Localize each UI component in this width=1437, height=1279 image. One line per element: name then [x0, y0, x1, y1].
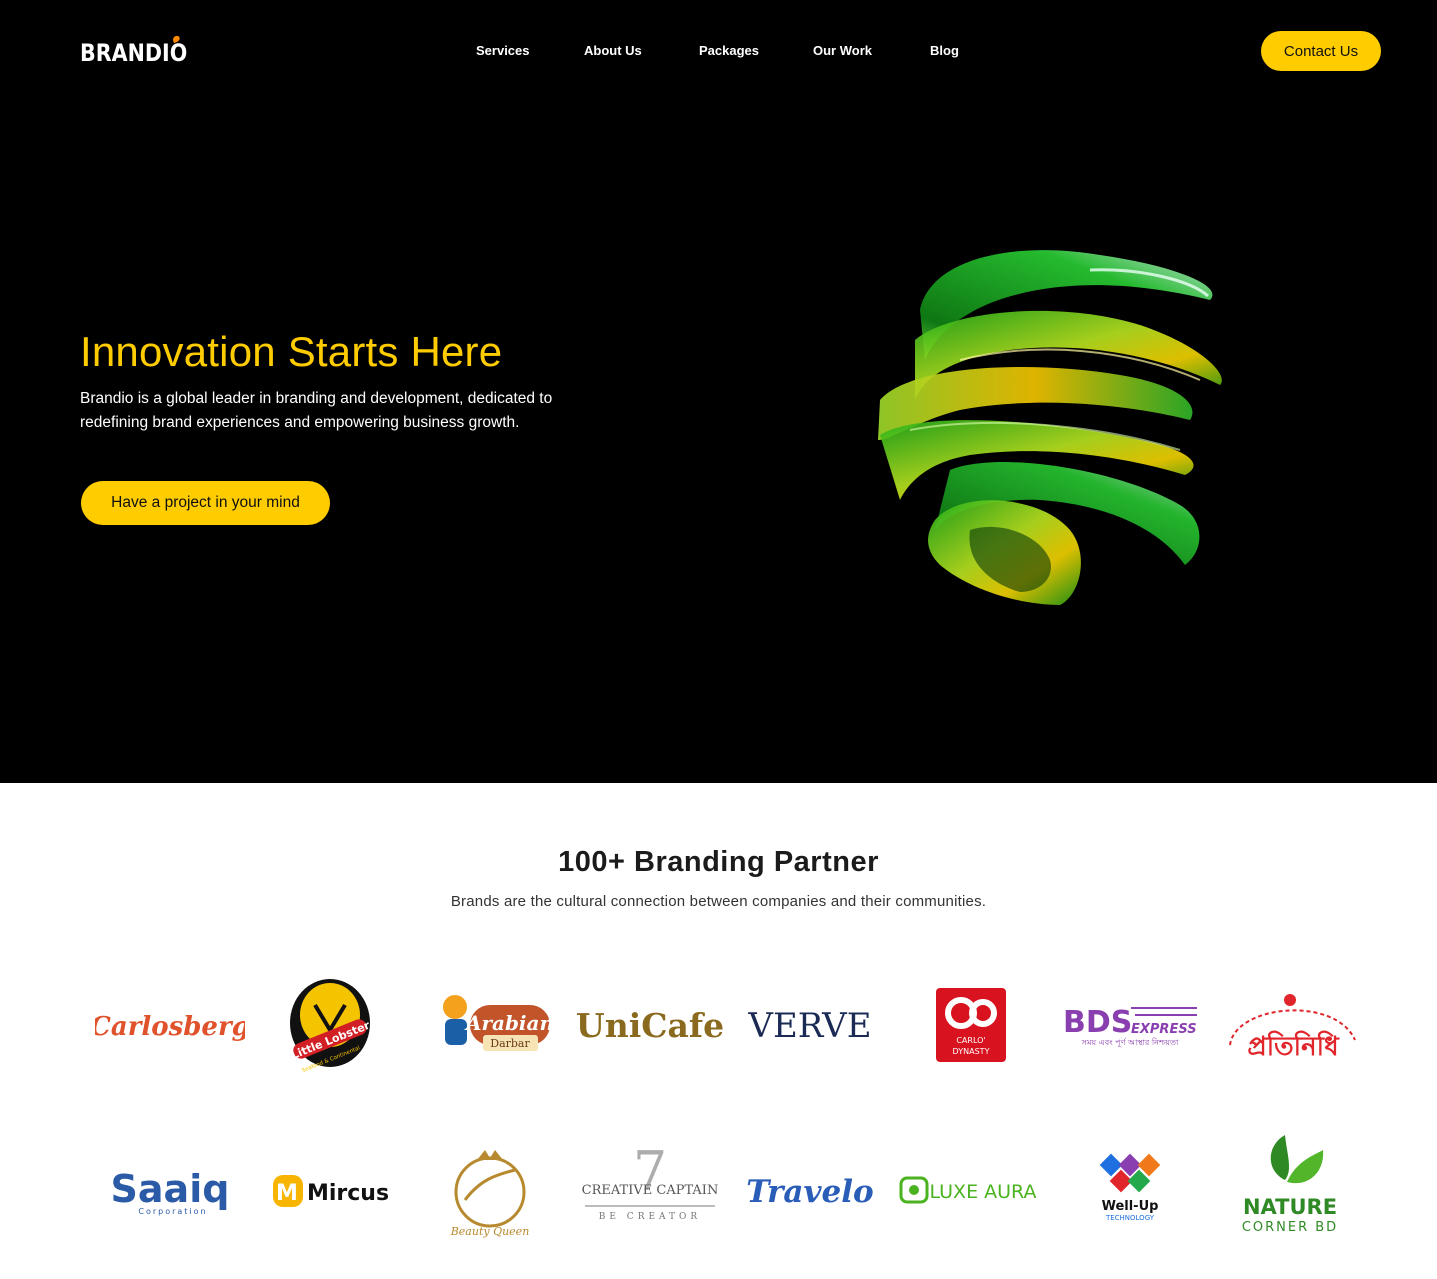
partner-logo-well-up: Well-Up TECHNOLOGY — [1055, 1140, 1205, 1240]
partner-logo-travelo: Travelo — [735, 1140, 885, 1240]
partner-logo-subtext: Darbar — [490, 1037, 530, 1050]
partner-logo-protinidhi: প্রতিনিধি — [1215, 975, 1365, 1075]
partner-logo-text: CREATIVE CAPTAIN — [582, 1183, 719, 1198]
nav-blog[interactable]: Blog — [930, 43, 959, 58]
partner-logo-text: BDS — [1063, 1005, 1132, 1040]
partner-logo-luxe-aura: LUXE AURA — [895, 1140, 1045, 1240]
partner-logo-beauty-queen: Beauty Queen — [415, 1140, 565, 1240]
partner-logo-text: NATURE — [1243, 1195, 1337, 1219]
partner-logo-text: Carlosberg — [95, 1012, 245, 1042]
partner-logo-text: LUXE AURA — [930, 1181, 1037, 1203]
partner-logo-text: Saaiq — [111, 1167, 230, 1211]
hero-title: Innovation Starts Here — [80, 328, 503, 375]
partner-logo-text: Well-Up — [1102, 1199, 1159, 1214]
partner-logo-subtext: TECHNOLOGY — [1105, 1214, 1155, 1222]
partner-logo-subtext: BE CREATOR — [599, 1212, 701, 1222]
partner-logo-arabian-darbar: Arabian Darbar — [415, 975, 565, 1075]
partner-logo-text: Travelo — [746, 1174, 873, 1210]
partner-logo-mircus: M Mircus — [255, 1140, 405, 1240]
partner-logo-verve: VERVE — [735, 975, 885, 1075]
partner-logo-text: CARLO' — [956, 1036, 985, 1045]
partner-logo-saaiq: Saaiq Corporation — [95, 1140, 245, 1240]
project-cta-button[interactable]: Have a project in your mind — [81, 481, 330, 525]
partner-logo-text: প্রতিনিধি — [1247, 1030, 1340, 1062]
partner-logo-text: Mircus — [307, 1181, 389, 1206]
nav-about-us[interactable]: About Us — [584, 43, 642, 58]
partner-logo-carlosberg: Carlosberg — [95, 975, 245, 1075]
partner-logo-subtext: CORNER BD — [1242, 1220, 1338, 1235]
partners-subtitle: Brands are the cultural connection betwe… — [450, 893, 987, 910]
partner-logo-text: VERVE — [747, 1006, 871, 1046]
partner-logo-subtext: DYNASTY — [953, 1047, 990, 1056]
partner-logo-creative-captain: 7 CREATIVE CAPTAIN BE CREATOR — [575, 1140, 725, 1240]
nav-our-work[interactable]: Our Work — [813, 43, 872, 58]
partner-logo-tagline: সময় এবং পূর্ণ আস্থার নিশ্চয়তা — [1081, 1038, 1179, 1047]
svg-text:M: M — [276, 1181, 298, 1206]
partner-logo-text: Arabian — [464, 1011, 554, 1035]
partner-logo-bds-express: BDS EXPRESS সময় এবং পূর্ণ আস্থার নিশ্চয… — [1055, 975, 1205, 1075]
hero-section: BRANDI O Services About Us Packages Our W… — [0, 0, 1437, 783]
partner-logo-carlo-dynasty: CARLO' DYNASTY — [895, 975, 1045, 1075]
partner-logo-subtext: Corporation — [138, 1207, 207, 1216]
nav-packages[interactable]: Packages — [699, 43, 759, 58]
hero-description: Brandio is a global leader in branding a… — [80, 390, 553, 431]
partner-logo-nature-corner: NATURE CORNER BD — [1215, 1135, 1365, 1235]
partners-title: 100+ Branding Partner — [558, 846, 879, 878]
partner-logo-unicafe: UniCafe — [575, 975, 725, 1075]
nav-services[interactable]: Services — [476, 43, 530, 58]
hero-3d-art — [878, 250, 1222, 605]
partner-logo-subtext: EXPRESS — [1131, 1022, 1197, 1037]
partner-logo-text: Beauty Queen — [450, 1225, 530, 1238]
partner-logo-text: UniCafe — [576, 1006, 724, 1045]
partner-logo-little-lobster: Little Lobster Seafood & Continental — [255, 975, 405, 1075]
main-nav: Services About Us Packages Our Work Blog — [0, 43, 1437, 61]
contact-us-button[interactable]: Contact Us — [1261, 31, 1381, 71]
